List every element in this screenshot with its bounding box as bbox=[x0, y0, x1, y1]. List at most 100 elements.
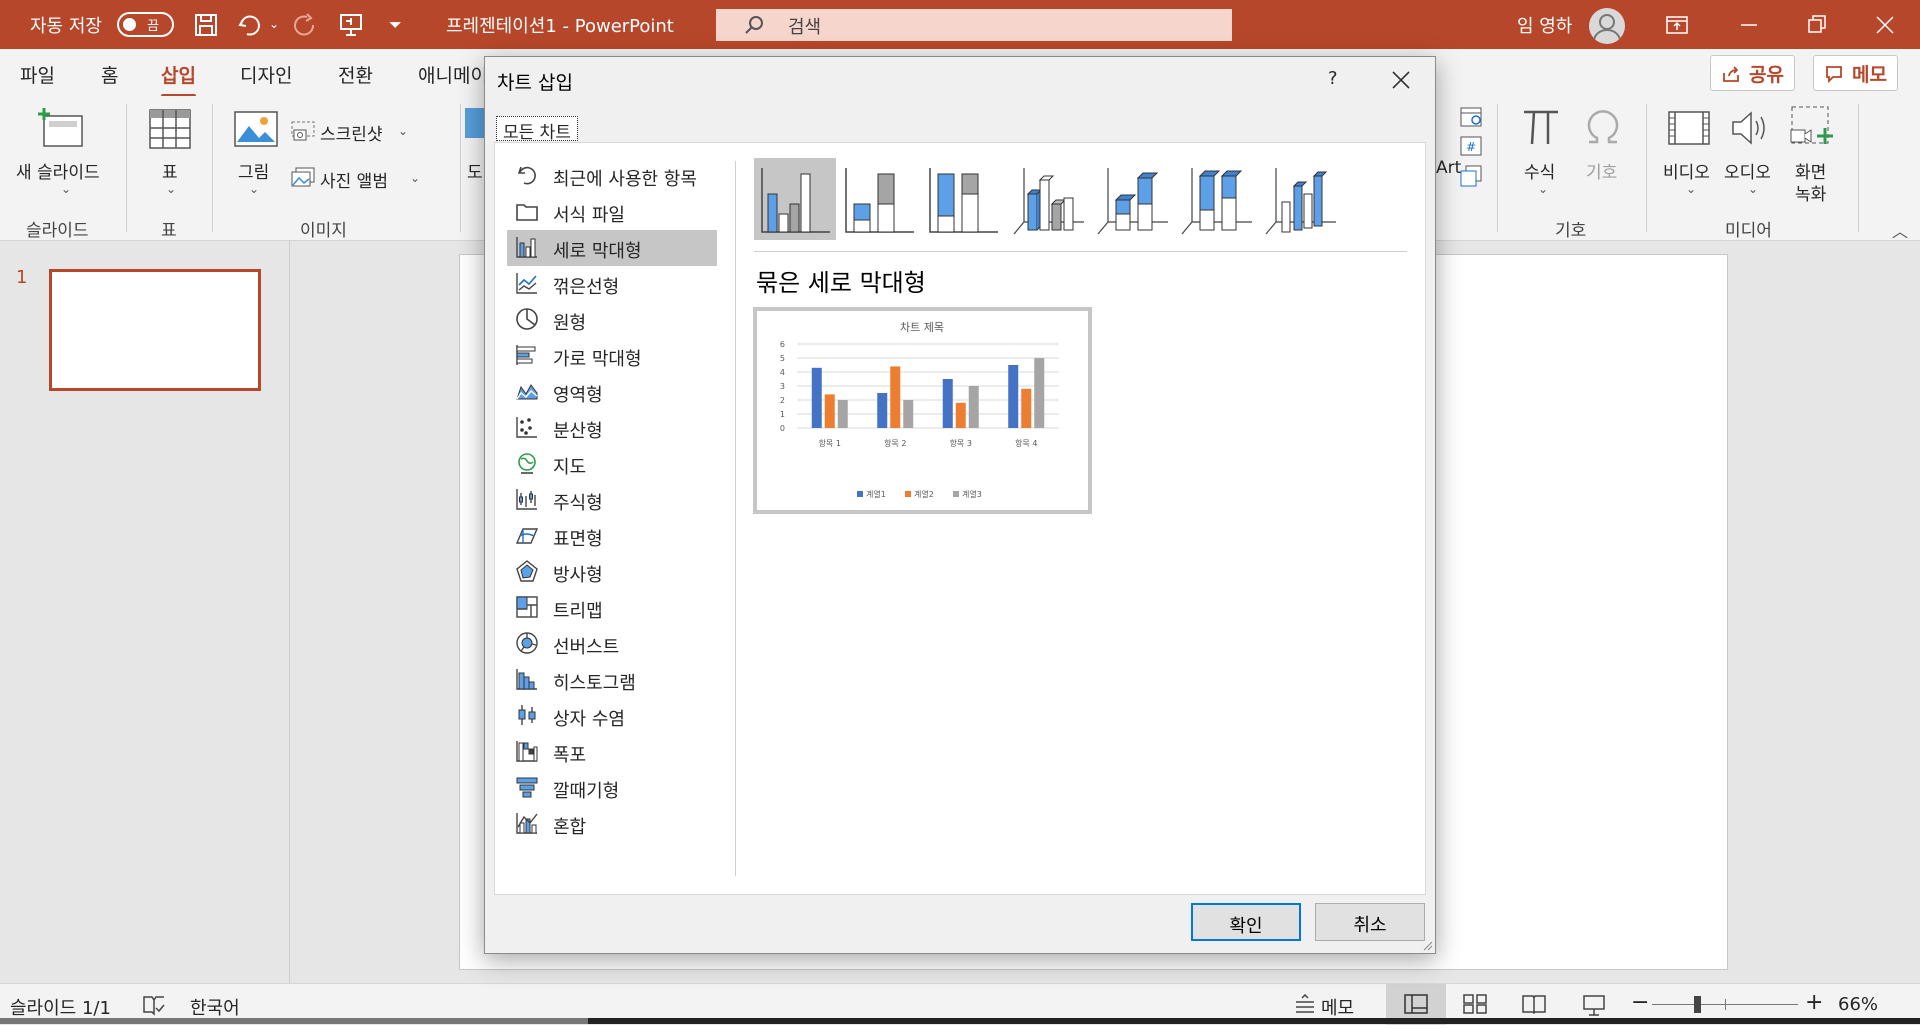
collapse-ribbon-icon[interactable]: ︿ bbox=[1892, 218, 1908, 242]
video-dropdown-icon[interactable]: ⌄ bbox=[1686, 182, 1696, 196]
close-icon[interactable] bbox=[1390, 69, 1412, 91]
save-icon[interactable] bbox=[193, 12, 219, 38]
chart-type-map[interactable]: 지도 bbox=[507, 446, 717, 482]
comments-button[interactable]: 메모 bbox=[1813, 55, 1898, 91]
subtype-stacked-column[interactable] bbox=[838, 158, 920, 240]
equation-label[interactable]: 수식 bbox=[1524, 158, 1555, 183]
tab-transitions[interactable]: 전환 bbox=[338, 61, 373, 88]
equation-dropdown-icon[interactable]: ⌄ bbox=[1538, 182, 1548, 196]
chart-preview[interactable]: 차트 제목 0 1 2 3 4 5 6 항목 1 항목 2 항목 3 항목 4 계열1 계열2 계열3 bbox=[753, 307, 1092, 514]
notes-label[interactable]: 메모 bbox=[1321, 994, 1354, 1020]
chart-type-funnel[interactable]: 깔때기형 bbox=[507, 770, 717, 806]
tab-home[interactable]: 홈 bbox=[101, 61, 118, 88]
screenshot-icon[interactable] bbox=[290, 120, 316, 142]
screen-recording-icon[interactable] bbox=[1789, 104, 1835, 150]
shapes-label[interactable]: 도 bbox=[467, 158, 483, 183]
chart-type-column[interactable]: 세로 막대형 bbox=[507, 230, 717, 266]
chart-type-label: 히스토그램 bbox=[553, 673, 636, 694]
new-slide-icon[interactable] bbox=[36, 106, 86, 152]
slide-thumbnail[interactable] bbox=[49, 269, 261, 391]
slide-sorter-icon[interactable] bbox=[1463, 994, 1487, 1014]
chart-type-stock[interactable]: 주식형 bbox=[507, 482, 717, 518]
table-icon[interactable] bbox=[148, 106, 192, 152]
zoom-slider-thumb[interactable] bbox=[1694, 996, 1702, 1013]
close-window-icon[interactable] bbox=[1870, 10, 1900, 40]
chart-type-treemap[interactable]: 트리맵 bbox=[507, 590, 717, 626]
table-label[interactable]: 표 bbox=[162, 158, 178, 183]
resize-grip-icon[interactable] bbox=[1421, 939, 1433, 951]
equation-icon[interactable] bbox=[1521, 106, 1561, 148]
audio-icon[interactable] bbox=[1729, 108, 1773, 148]
symbol-icon[interactable] bbox=[1583, 106, 1623, 148]
cancel-button[interactable]: 취소 bbox=[1315, 903, 1425, 941]
smartart-label[interactable]: Art bbox=[1436, 158, 1461, 178]
subtype-100-stacked-column[interactable] bbox=[922, 158, 1004, 240]
audio-dropdown-icon[interactable]: ⌄ bbox=[1748, 182, 1758, 196]
accessibility-check-icon[interactable] bbox=[142, 994, 166, 1016]
undo-icon[interactable] bbox=[237, 12, 263, 38]
zoom-out-icon[interactable]: − bbox=[1631, 990, 1649, 1015]
video-icon[interactable] bbox=[1667, 110, 1711, 146]
minimize-icon[interactable] bbox=[1734, 10, 1764, 40]
chart-type-surface[interactable]: 표면형 bbox=[507, 518, 717, 554]
audio-label[interactable]: 오디오 bbox=[1724, 158, 1771, 183]
chart-type-radar[interactable]: 방사형 bbox=[507, 554, 717, 590]
screenshot-dropdown-icon[interactable]: ⌄ bbox=[398, 124, 408, 138]
ok-button[interactable]: 확인 bbox=[1191, 903, 1301, 941]
shapes-icon[interactable] bbox=[464, 106, 484, 144]
subtype-3d-column[interactable] bbox=[1258, 158, 1340, 240]
subtype-clustered-column[interactable] bbox=[754, 158, 836, 240]
presentation-start-icon[interactable] bbox=[338, 12, 364, 38]
customize-qat-icon[interactable]: ⏷ bbox=[389, 15, 402, 35]
chart-type-line[interactable]: 꺾은선형 bbox=[507, 266, 717, 302]
zoom-in-icon[interactable]: + bbox=[1805, 990, 1823, 1015]
chart-type-box-whisker[interactable]: 상자 수염 bbox=[507, 698, 717, 734]
tab-insert[interactable]: 삽입 bbox=[161, 61, 196, 98]
chart-type-pie[interactable]: 원형 bbox=[507, 302, 717, 338]
subtype-3d-100-stacked-column[interactable] bbox=[1174, 158, 1256, 240]
chart-type-templates[interactable]: 서식 파일 bbox=[507, 194, 717, 230]
object-icon[interactable] bbox=[1459, 164, 1483, 188]
chart-type-bar[interactable]: 가로 막대형 bbox=[507, 338, 717, 374]
restore-icon[interactable] bbox=[1802, 10, 1832, 40]
slide-number-icon[interactable]: # bbox=[1459, 134, 1483, 158]
screenshot-label[interactable]: 스크린샷 bbox=[320, 120, 383, 145]
pictures-label[interactable]: 그림 bbox=[238, 158, 269, 183]
help-button[interactable]: ? bbox=[1328, 68, 1338, 89]
chart-type-sunburst[interactable]: 선버스트 bbox=[507, 626, 717, 662]
ribbon-display-icon[interactable] bbox=[1662, 10, 1692, 40]
chart-type-waterfall[interactable]: 폭포 bbox=[507, 734, 717, 770]
pictures-icon[interactable] bbox=[233, 110, 279, 148]
language[interactable]: 한국어 bbox=[190, 994, 240, 1020]
pictures-dropdown-icon[interactable]: ⌄ bbox=[249, 182, 259, 196]
avatar[interactable] bbox=[1589, 8, 1625, 44]
chart-type-scatter[interactable]: 분산형 bbox=[507, 410, 717, 446]
redo-icon[interactable] bbox=[293, 12, 319, 38]
slideshow-icon[interactable] bbox=[1582, 994, 1606, 1016]
tab-file[interactable]: 파일 bbox=[20, 61, 55, 88]
screen-recording-label-2[interactable]: 녹화 bbox=[1795, 180, 1826, 205]
new-slide-dropdown-icon[interactable]: ⌄ bbox=[61, 182, 71, 196]
search-box[interactable]: 검색 bbox=[716, 9, 1232, 41]
chart-type-area[interactable]: 영역형 bbox=[507, 374, 717, 410]
autosave-toggle[interactable]: 끔 bbox=[117, 12, 174, 37]
tab-all-charts[interactable]: 모든 차트 bbox=[496, 116, 578, 143]
notes-icon[interactable] bbox=[1294, 994, 1316, 1016]
table-dropdown-icon[interactable]: ⌄ bbox=[166, 182, 176, 196]
zoom-level[interactable]: 66% bbox=[1838, 994, 1878, 1015]
photo-album-dropdown-icon[interactable]: ⌄ bbox=[410, 171, 420, 185]
tab-design[interactable]: 디자인 bbox=[240, 61, 292, 88]
chart-type-histogram[interactable]: 히스토그램 bbox=[507, 662, 717, 698]
date-time-icon[interactable] bbox=[1459, 104, 1483, 128]
undo-dropdown-icon[interactable]: ⌄ bbox=[269, 17, 279, 31]
share-button[interactable]: 공유 bbox=[1710, 55, 1795, 91]
photo-album-label[interactable]: 사진 앨범 bbox=[320, 167, 388, 192]
video-label[interactable]: 비디오 bbox=[1663, 158, 1710, 183]
chart-type-combo[interactable]: 혼합 bbox=[507, 806, 717, 842]
subtype-3d-clustered-column[interactable] bbox=[1006, 158, 1088, 240]
subtype-3d-stacked-column[interactable] bbox=[1090, 158, 1172, 240]
chart-type-recent[interactable]: 최근에 사용한 항목 bbox=[507, 158, 717, 194]
photo-album-icon[interactable] bbox=[290, 166, 316, 188]
reading-view-icon[interactable] bbox=[1522, 994, 1546, 1014]
new-slide-label[interactable]: 새 슬라이드 bbox=[16, 158, 100, 183]
